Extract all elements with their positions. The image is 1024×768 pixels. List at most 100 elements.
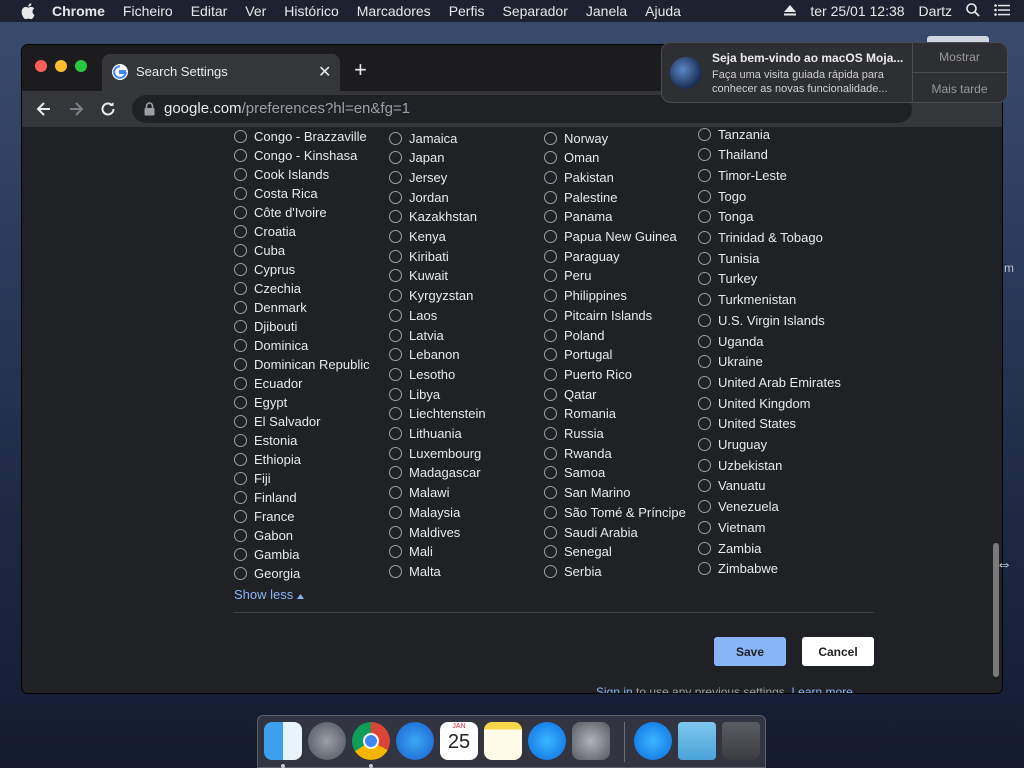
region-option[interactable]: Dominican Republic (234, 355, 370, 373)
region-option[interactable]: Malaysia (389, 503, 460, 521)
region-option[interactable]: Luxembourg (389, 444, 481, 462)
region-option[interactable]: Japan (389, 149, 444, 167)
back-icon[interactable] (34, 99, 54, 119)
radio-button[interactable] (698, 479, 711, 493)
region-option[interactable]: Laos (389, 306, 437, 324)
radio-button[interactable] (389, 131, 402, 145)
macos-notification[interactable]: Seja bem-vindo ao macOS Moja... Faça uma… (661, 42, 1008, 103)
radio-button[interactable] (544, 525, 557, 539)
new-tab-icon[interactable]: + (354, 57, 367, 83)
region-option[interactable]: Jersey (389, 168, 447, 186)
region-option[interactable]: U.S. Virgin Islands (698, 311, 825, 329)
radio-button[interactable] (698, 127, 711, 141)
tab-search-settings[interactable]: Search Settings ✕ (102, 54, 340, 91)
safari-icon[interactable] (396, 722, 434, 760)
region-option[interactable]: Czechia (234, 279, 301, 297)
region-option[interactable]: Ecuador (234, 374, 302, 392)
region-option[interactable]: Uruguay (698, 436, 767, 454)
radio-button[interactable] (234, 243, 247, 257)
region-option[interactable]: Mali (389, 543, 433, 561)
clock[interactable]: ter 25/01 12:38 (810, 3, 904, 19)
region-option[interactable]: Vanuatu (698, 477, 765, 495)
menu-ajuda[interactable]: Ajuda (645, 3, 681, 19)
radio-button[interactable] (544, 230, 557, 243)
region-option[interactable]: Tanzania (698, 127, 770, 143)
forward-icon[interactable] (66, 99, 86, 119)
system-preferences-icon[interactable] (572, 722, 610, 760)
radio-button[interactable] (698, 272, 711, 286)
region-option[interactable]: Congo - Brazzaville (234, 127, 367, 145)
menu-app-name[interactable]: Chrome (52, 3, 105, 19)
region-option[interactable]: Romania (544, 405, 616, 423)
region-option[interactable]: Congo - Kinshasa (234, 146, 357, 164)
radio-button[interactable] (698, 251, 711, 265)
region-option[interactable]: Venezuela (698, 498, 779, 516)
radio-button[interactable] (544, 407, 557, 421)
show-less-link[interactable]: Show less (234, 587, 305, 602)
radio-button[interactable] (698, 210, 711, 224)
radio-button[interactable] (698, 396, 711, 410)
region-option[interactable]: Denmark (234, 298, 307, 316)
region-option[interactable]: Philippines (544, 287, 627, 305)
region-option[interactable]: Kenya (389, 228, 446, 246)
radio-button[interactable] (698, 148, 711, 162)
notification-show-button[interactable]: Mostrar (912, 50, 1007, 64)
radio-button[interactable] (234, 300, 247, 314)
region-option[interactable]: Rwanda (544, 444, 612, 462)
region-option[interactable]: Portugal (544, 346, 612, 364)
region-option[interactable]: Ukraine (698, 353, 763, 371)
radio-button[interactable] (234, 414, 247, 428)
radio-button[interactable] (234, 357, 247, 371)
learn-more-link[interactable]: Learn more (791, 685, 852, 693)
radio-button[interactable] (389, 289, 402, 303)
region-option[interactable]: Malta (389, 562, 441, 580)
radio-button[interactable] (389, 328, 402, 342)
region-option[interactable]: Kiribati (389, 247, 449, 265)
region-option[interactable]: Papua New Guinea (544, 228, 677, 246)
region-option[interactable]: France (234, 507, 294, 525)
radio-button[interactable] (544, 210, 557, 224)
launchpad-icon[interactable] (308, 722, 346, 760)
region-option[interactable]: Ethiopia (234, 450, 301, 468)
radio-button[interactable] (544, 427, 557, 440)
radio-button[interactable] (234, 528, 247, 542)
eject-icon[interactable] (784, 3, 797, 19)
radio-button[interactable] (234, 205, 247, 219)
notification-later-button[interactable]: Mais tarde (912, 82, 1007, 96)
radio-button[interactable] (698, 541, 711, 555)
region-option[interactable]: Timor-Leste (698, 166, 787, 184)
region-option[interactable]: Puerto Rico (544, 365, 632, 383)
minimize-window-button[interactable] (55, 60, 67, 72)
user-name[interactable]: Dartz (919, 3, 952, 19)
radio-button[interactable] (698, 334, 711, 348)
radio-button[interactable] (234, 224, 247, 238)
radio-button[interactable] (389, 151, 402, 165)
region-option[interactable]: Zambia (698, 539, 761, 557)
region-option[interactable]: San Marino (544, 484, 630, 502)
lock-icon[interactable] (144, 102, 155, 121)
region-option[interactable]: Djibouti (234, 317, 297, 335)
radio-button[interactable] (234, 490, 247, 504)
radio-button[interactable] (389, 525, 402, 539)
radio-button[interactable] (698, 458, 711, 472)
menu-marcadores[interactable]: Marcadores (357, 3, 431, 19)
region-option[interactable]: Cook Islands (234, 165, 329, 183)
radio-button[interactable] (234, 547, 247, 561)
save-button[interactable]: Save (714, 637, 786, 666)
radio-button[interactable] (544, 328, 557, 342)
radio-button[interactable] (389, 210, 402, 224)
region-option[interactable]: Palestine (544, 188, 617, 206)
radio-button[interactable] (544, 170, 557, 184)
radio-button[interactable] (389, 367, 402, 381)
radio-button[interactable] (234, 129, 247, 143)
region-option[interactable]: Thailand (698, 146, 768, 164)
region-option[interactable]: Estonia (234, 431, 297, 449)
radio-button[interactable] (544, 387, 557, 401)
radio-button[interactable] (389, 545, 402, 559)
region-option[interactable]: Pitcairn Islands (544, 306, 652, 324)
radio-button[interactable] (544, 466, 557, 480)
radio-button[interactable] (234, 186, 247, 200)
region-option[interactable]: Georgia (234, 564, 300, 582)
radio-button[interactable] (698, 520, 711, 534)
region-option[interactable]: Latvia (389, 326, 444, 344)
